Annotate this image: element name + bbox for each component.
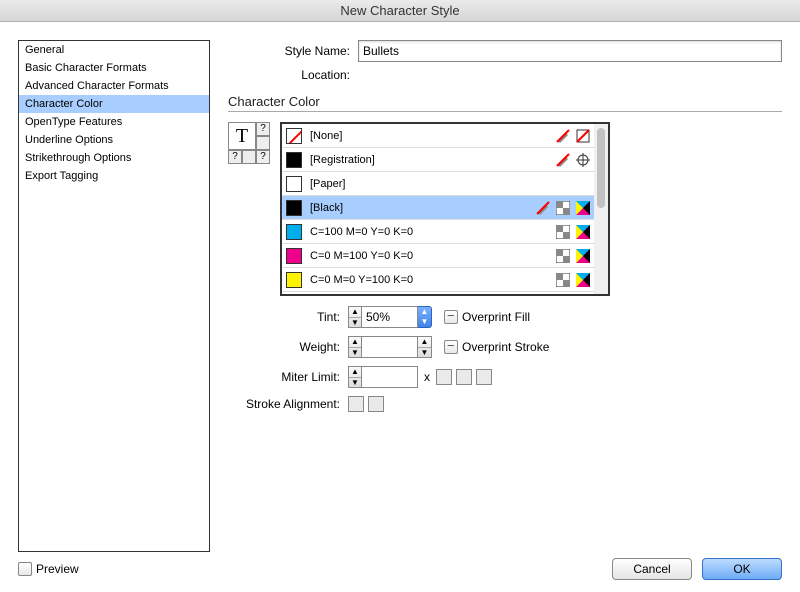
overprint-stroke-checkbox[interactable] [444, 340, 458, 354]
style-name-input[interactable] [358, 40, 782, 62]
join-round-icon[interactable] [456, 369, 472, 385]
align-center-icon[interactable] [348, 396, 364, 412]
titlebar: New Character Style [0, 0, 800, 22]
swatch-panel: [None] [Registration] [Paper] [Black] C=100 … [280, 122, 610, 296]
join-miter-icon[interactable] [436, 369, 452, 385]
miter-input[interactable] [362, 366, 418, 388]
tint-step-arrows[interactable]: ▲▼ [348, 306, 362, 328]
weight-input[interactable] [362, 336, 418, 358]
weight-dropdown-icon[interactable]: ▲▼ [418, 336, 432, 358]
weight-step-arrows[interactable]: ▲▼ [348, 336, 362, 358]
sidebar-item-char-color[interactable]: Character Color [19, 95, 209, 113]
swatch-color-icon [286, 200, 302, 216]
preview-checkbox[interactable] [18, 562, 32, 576]
tint-stepper[interactable]: ▲▼ ▲▼ [348, 306, 432, 328]
swatch-row[interactable]: C=0 M=100 Y=0 K=0 [282, 244, 594, 268]
title-text: New Character Style [340, 3, 459, 18]
sidebar-item-underline[interactable]: Underline Options [19, 131, 209, 149]
main-pane: Style Name: Location: Character Color T … [228, 40, 782, 552]
proxy-q4 [242, 150, 256, 164]
cancel-button[interactable]: Cancel [612, 558, 692, 580]
proxy-q5: ? [256, 150, 270, 164]
section-divider [228, 111, 782, 112]
swatch-row[interactable]: [None] [282, 124, 594, 148]
swatch-name: C=0 M=0 Y=100 K=0 [310, 274, 413, 286]
swatch-name: [Black] [310, 202, 343, 214]
join-bevel-icon[interactable] [476, 369, 492, 385]
swatch-color-icon [286, 224, 302, 240]
checker-icon [556, 225, 570, 239]
overprint-fill-label: Overprint Fill [462, 310, 530, 324]
sidebar-item-opentype[interactable]: OpenType Features [19, 113, 209, 131]
swatch-list[interactable]: [None] [Registration] [Paper] [Black] C=100 … [282, 124, 594, 294]
stroke-align-label: Stroke Alignment: [228, 397, 348, 411]
section-title: Character Color [228, 94, 782, 109]
tint-label: Tint: [228, 310, 348, 324]
swatch-color-icon [286, 176, 302, 192]
weight-stepper[interactable]: ▲▼ ▲▼ [348, 336, 432, 358]
swatch-name: [Paper] [310, 178, 345, 190]
swatch-row[interactable]: [Black] [282, 196, 594, 220]
tint-dropdown-icon[interactable]: ▲▼ [418, 306, 432, 328]
swatch-name: [None] [310, 130, 342, 142]
registration-icon [576, 153, 590, 167]
preview-label: Preview [36, 562, 79, 576]
swatch-row[interactable]: [Paper] [282, 172, 594, 196]
swatch-name: [Registration] [310, 154, 375, 166]
cmyk-icon [576, 225, 590, 239]
checker-icon [556, 201, 570, 215]
proxy-q2 [256, 136, 270, 150]
cmyk-icon [576, 201, 590, 215]
miter-x: x [424, 370, 430, 384]
nopencil-icon [556, 129, 570, 143]
miter-label: Miter Limit: [228, 370, 348, 384]
nopencil-icon [536, 201, 550, 215]
swatch-name: C=100 M=0 Y=0 K=0 [310, 226, 413, 238]
location-label: Location: [228, 68, 358, 82]
proxy-q3: ? [228, 150, 242, 164]
sidebar-item-strikethrough[interactable]: Strikethrough Options [19, 149, 209, 167]
checker-icon [556, 273, 570, 287]
weight-label: Weight: [228, 340, 348, 354]
swatch-color-icon [286, 272, 302, 288]
overprint-fill-checkbox[interactable] [444, 310, 458, 324]
dialog-window: New Character Style General Basic Charac… [0, 0, 800, 592]
none-icon [576, 129, 590, 143]
swatch-row[interactable]: [Registration] [282, 148, 594, 172]
checker-icon [556, 249, 570, 263]
swatch-color-icon [286, 152, 302, 168]
swatch-row[interactable]: C=0 M=0 Y=100 K=0 [282, 268, 594, 292]
miter-stepper[interactable]: ▲▼ [348, 366, 418, 388]
swatch-row[interactable]: C=100 M=0 Y=0 K=0 [282, 220, 594, 244]
cmyk-icon [576, 273, 590, 287]
swatch-scrollbar[interactable] [594, 124, 608, 294]
sidebar-item-export-tagging[interactable]: Export Tagging [19, 167, 209, 185]
fill-stroke-proxy[interactable]: T ? ? ? [228, 122, 272, 296]
swatch-color-icon [286, 248, 302, 264]
sidebar-item-basic-char[interactable]: Basic Character Formats [19, 59, 209, 77]
tint-input[interactable] [362, 306, 418, 328]
sidebar-item-adv-char[interactable]: Advanced Character Formats [19, 77, 209, 95]
overprint-stroke-label: Overprint Stroke [462, 340, 549, 354]
swatch-color-icon [286, 128, 302, 144]
category-sidebar: General Basic Character Formats Advanced… [18, 40, 210, 552]
fill-proxy-icon[interactable]: T [228, 122, 256, 150]
proxy-q1: ? [256, 122, 270, 136]
swatch-name: C=0 M=100 Y=0 K=0 [310, 250, 413, 262]
sidebar-item-general[interactable]: General [19, 41, 209, 59]
cmyk-icon [576, 249, 590, 263]
nopencil-icon [556, 153, 570, 167]
ok-button[interactable]: OK [702, 558, 782, 580]
align-inside-icon[interactable] [368, 396, 384, 412]
miter-step-arrows[interactable]: ▲▼ [348, 366, 362, 388]
style-name-label: Style Name: [228, 44, 358, 58]
